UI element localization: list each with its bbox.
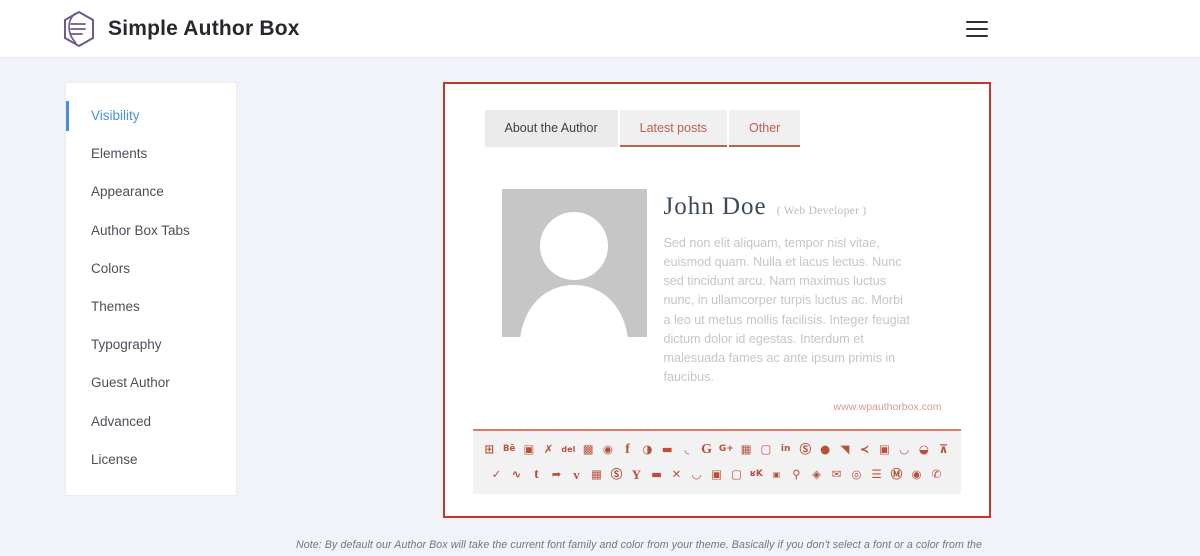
tab-label: Latest posts bbox=[639, 121, 708, 135]
codepen-icon[interactable]: ✗ bbox=[540, 440, 558, 459]
xing-icon[interactable]: ✕ bbox=[668, 465, 686, 484]
sidebar-item-label: License bbox=[91, 451, 138, 467]
page-body: Visibility Elements Appearance Author Bo… bbox=[0, 58, 1200, 519]
linkedin-icon[interactable]: in bbox=[777, 440, 795, 459]
sidebar-item-label: Advanced bbox=[91, 413, 152, 429]
github-icon[interactable]: ◟ bbox=[678, 440, 696, 459]
author-bio: Sed non elit aliquam, tempor nisl vitae,… bbox=[663, 236, 910, 384]
share-icon[interactable]: ≺ bbox=[856, 440, 874, 459]
wordpress-icon[interactable]: Ⓢ bbox=[608, 465, 626, 484]
dribbble-icon[interactable]: ◉ bbox=[599, 440, 617, 459]
yahoo-icon[interactable]: Y bbox=[628, 465, 646, 484]
phone-circle-icon[interactable]: ◎ bbox=[848, 465, 866, 484]
preview-area: About the Author Latest posts Other John… bbox=[237, 82, 1200, 519]
goodreads-icon[interactable]: G bbox=[698, 440, 716, 459]
vine-icon[interactable]: ▦ bbox=[588, 465, 606, 484]
tab-label: About the Author bbox=[504, 121, 598, 135]
medium-icon[interactable]: ▣ bbox=[708, 465, 726, 484]
behance-icon[interactable]: Bē bbox=[500, 440, 518, 459]
sidebar-item-elements[interactable]: Elements bbox=[66, 135, 236, 173]
previewer-note: Note: By default our Author Box will tak… bbox=[296, 535, 996, 556]
brand: Simple Author Box bbox=[62, 10, 300, 48]
social-icons-row-2: ✓ ∿ t ➦ v ▦ Ⓢ Y ▬ ✕ ◡ ▣ ▢ ʁK ▣ ⚲ ◈ ✉ ◎ ☰… bbox=[481, 465, 953, 484]
vimeo-icon[interactable]: v bbox=[568, 465, 586, 484]
author-info: John Doe ( Web Developer ) Sed non elit … bbox=[664, 189, 946, 413]
sidebar-item-author-box-tabs[interactable]: Author Box Tabs bbox=[66, 212, 236, 250]
sidebar-item-label: Elements bbox=[91, 146, 148, 162]
email-icon[interactable]: ✉ bbox=[828, 465, 846, 484]
vk-icon[interactable]: ʁK bbox=[748, 465, 766, 484]
soundcloud-icon[interactable]: ◡ bbox=[895, 440, 913, 459]
sidebar-item-typography[interactable]: Typography bbox=[66, 326, 236, 364]
skype-icon[interactable]: ▣ bbox=[876, 440, 894, 459]
twitter-icon[interactable]: ➦ bbox=[548, 465, 566, 484]
author-name-line: John Doe ( Web Developer ) bbox=[664, 193, 946, 221]
youtube-icon[interactable]: ▬ bbox=[648, 465, 666, 484]
quora-icon[interactable]: ⚲ bbox=[788, 465, 806, 484]
reddit-icon[interactable]: ● bbox=[816, 440, 834, 459]
facebook-icon[interactable]: f bbox=[619, 440, 637, 459]
author-website-link[interactable]: www.wpauthorbox.com bbox=[664, 401, 946, 413]
note-line-1: Note: By default our Author Box will tak… bbox=[296, 539, 983, 552]
stackoverflow-icon[interactable]: ⊼ bbox=[935, 440, 953, 459]
sidebar-item-label: Themes bbox=[91, 298, 140, 314]
rss-icon[interactable]: ◥ bbox=[836, 440, 854, 459]
spotify-icon[interactable]: ◒ bbox=[915, 440, 933, 459]
delicious-icon[interactable]: del bbox=[560, 440, 578, 459]
instagram-icon[interactable]: ▢ bbox=[757, 440, 775, 459]
user-placeholder-avatar-icon bbox=[501, 189, 647, 337]
sidebar-item-label: Appearance bbox=[91, 184, 164, 200]
settings-sidebar: Visibility Elements Appearance Author Bo… bbox=[65, 82, 237, 496]
sidebar-item-label: Colors bbox=[91, 260, 131, 276]
sidebar-item-label: Typography bbox=[91, 337, 162, 353]
sidebar-item-appearance[interactable]: Appearance bbox=[66, 173, 236, 211]
behance-square-icon[interactable]: ⊞ bbox=[481, 440, 499, 459]
sidebar-item-visibility[interactable]: Visibility bbox=[66, 97, 236, 135]
app-header: Simple Author Box bbox=[0, 0, 1200, 58]
hamburger-menu-icon[interactable] bbox=[966, 20, 988, 37]
sidebar-item-themes[interactable]: Themes bbox=[66, 288, 236, 326]
sidebar-item-label: Visibility bbox=[91, 108, 140, 123]
sidebar-item-label: Guest Author bbox=[91, 375, 170, 391]
hamburger-line bbox=[966, 20, 988, 23]
sidebar-item-advanced[interactable]: Advanced bbox=[66, 403, 236, 441]
flickr-icon[interactable]: ◑ bbox=[639, 440, 657, 459]
patreon-icon[interactable]: Ⓜ bbox=[888, 465, 906, 484]
sidebar-item-guest-author[interactable]: Guest Author bbox=[66, 364, 236, 402]
sidebar-item-license[interactable]: License bbox=[66, 441, 236, 479]
social-icons-row-1: ⊞ Bē ▣ ✗ del ▩ ◉ f ◑ ▬ ◟ G G+ ▦ ▢ in Ⓢ ●… bbox=[481, 440, 953, 459]
hexagon-lines-logo-icon bbox=[62, 10, 96, 48]
hamburger-line bbox=[966, 34, 988, 37]
tab-latest-posts[interactable]: Latest posts bbox=[619, 110, 728, 147]
author-role: ( Web Developer ) bbox=[776, 205, 867, 217]
pinterest-icon[interactable]: Ⓢ bbox=[797, 440, 815, 459]
author-box-preview: About the Author Latest posts Other John… bbox=[442, 82, 991, 519]
deviantart-icon[interactable]: ▩ bbox=[579, 440, 597, 459]
flipboard-icon[interactable]: ▬ bbox=[658, 440, 676, 459]
html5-icon[interactable]: ▦ bbox=[737, 440, 755, 459]
tumblr-icon[interactable]: t bbox=[528, 465, 546, 484]
stumbleupon-icon[interactable]: ∿ bbox=[508, 465, 526, 484]
bitbucket-icon[interactable]: ▣ bbox=[520, 440, 538, 459]
tab-label: Other bbox=[749, 121, 781, 135]
telegram-icon[interactable]: ◉ bbox=[908, 465, 926, 484]
phone-icon[interactable]: ✆ bbox=[928, 465, 946, 484]
mixcloud-icon[interactable]: ◡ bbox=[688, 465, 706, 484]
steam-icon[interactable]: ✓ bbox=[488, 465, 506, 484]
author-name: John Doe bbox=[663, 193, 767, 220]
sidebar-item-label: Author Box Tabs bbox=[91, 222, 190, 238]
sidebar-item-colors[interactable]: Colors bbox=[66, 250, 236, 288]
tab-about-the-author[interactable]: About the Author bbox=[484, 110, 618, 147]
500px-icon[interactable]: ▣ bbox=[768, 465, 786, 484]
tab-other[interactable]: Other bbox=[729, 110, 801, 147]
author-box-tabs: About the Author Latest posts Other bbox=[484, 110, 961, 147]
google-plus-icon[interactable]: G+ bbox=[718, 440, 736, 459]
periscope-icon[interactable]: ◈ bbox=[808, 465, 826, 484]
brand-name: Simple Author Box bbox=[108, 16, 300, 40]
author-row: John Doe ( Web Developer ) Sed non elit … bbox=[473, 147, 961, 413]
social-icons-block: ⊞ Bē ▣ ✗ del ▩ ◉ f ◑ ▬ ◟ G G+ ▦ ▢ in Ⓢ ●… bbox=[472, 429, 961, 495]
buffer-icon[interactable]: ☰ bbox=[868, 465, 886, 484]
hamburger-line bbox=[966, 27, 988, 30]
twitch-icon[interactable]: ▢ bbox=[728, 465, 746, 484]
